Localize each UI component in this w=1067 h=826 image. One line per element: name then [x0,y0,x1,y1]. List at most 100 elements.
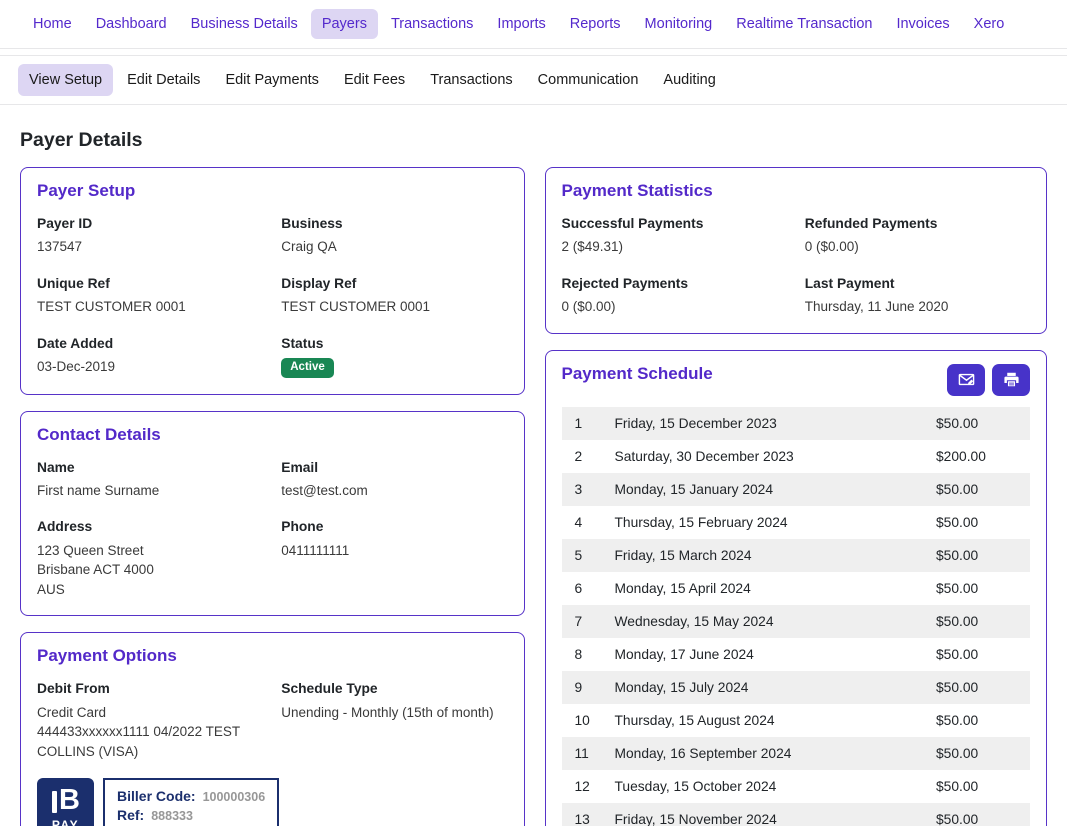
email-schedule-button[interactable] [947,364,985,396]
payer-tab[interactable]: View Setup [18,64,113,96]
schedule-row-date: Saturday, 30 December 2023 [615,449,937,464]
payer-tab[interactable]: Edit Details [116,64,211,96]
field-business: Business Craig QA [281,214,507,257]
payer-setup-card: Payer Setup Payer ID 137547 Business Cra… [20,167,525,395]
primary-nav-item[interactable]: Reports [559,9,632,39]
field-value: 137547 [37,237,263,257]
field-display-ref: Display Ref TEST CUSTOMER 0001 [281,274,507,317]
schedule-row: 10 Thursday, 15 August 2024 $50.00 [562,704,1031,737]
primary-nav-item[interactable]: Invoices [885,9,960,39]
schedule-row-amount: $50.00 [936,416,1030,431]
primary-navbar: Home Dashboard Business Details Payers T… [0,0,1067,49]
primary-nav-item[interactable]: Transactions [380,9,484,39]
schedule-row-amount: $50.00 [936,779,1030,794]
field-address: Address 123 Queen Street Brisbane ACT 40… [37,517,263,599]
schedule-row-date: Friday, 15 December 2023 [615,416,937,431]
biller-code-value: 100000306 [203,790,266,804]
page-title: Payer Details [20,129,1047,152]
field-schedule-type: Schedule Type Unending - Monthly (15th o… [281,679,507,761]
schedule-row: 9 Monday, 15 July 2024 $50.00 [562,671,1031,704]
right-column: Payment Statistics Successful Payments 2… [545,167,1048,826]
print-schedule-button[interactable] [992,364,1030,396]
schedule-row: 1 Friday, 15 December 2023 $50.00 [562,407,1031,440]
schedule-row-number: 2 [562,449,615,464]
schedule-row-amount: $50.00 [936,482,1030,497]
schedule-row-amount: $50.00 [936,713,1030,728]
field-refunded-payments: Refunded Payments 0 ($0.00) [805,214,1030,257]
schedule-row-number: 3 [562,482,615,497]
field-value: Thursday, 11 June 2020 [805,297,1030,317]
field-phone: Phone 0411111111 [281,517,507,599]
bpay-block: B PAY Biller Code: 100000306 Ref: 888333 [37,778,508,826]
schedule-row: 7 Wednesday, 15 May 2024 $50.00 [562,605,1031,638]
field-value: 03-Dec-2019 [37,357,263,377]
schedule-row-amount: $50.00 [936,812,1030,826]
schedule-row-date: Thursday, 15 February 2024 [615,515,937,530]
payer-tab[interactable]: Transactions [419,64,523,96]
payer-tab[interactable]: Edit Fees [333,64,416,96]
field-label: Rejected Payments [562,274,787,293]
bpay-ref-label: Ref: [117,807,144,823]
primary-nav-item[interactable]: Dashboard [85,9,178,39]
payment-statistics-title: Payment Statistics [562,181,1031,201]
schedule-row-number: 12 [562,779,615,794]
bpay-ref-value: 888333 [151,809,193,823]
field-label: Refunded Payments [805,214,1030,233]
schedule-row: 4 Thursday, 15 February 2024 $50.00 [562,506,1031,539]
schedule-row-date: Wednesday, 15 May 2024 [615,614,937,629]
field-value: 123 Queen Street Brisbane ACT 4000 AUS [37,541,263,600]
primary-nav-item[interactable]: Business Details [180,9,309,39]
schedule-row-amount: $50.00 [936,581,1030,596]
printer-icon [1003,371,1020,388]
bpay-bar-glyph [52,791,57,813]
schedule-row-number: 1 [562,416,615,431]
schedule-row: 13 Friday, 15 November 2024 $50.00 [562,803,1031,826]
primary-nav-item[interactable]: Xero [963,9,1016,39]
status-badge: Active [281,358,334,378]
field-name: Name First name Surname [37,458,263,501]
schedule-row-date: Monday, 15 April 2024 [615,581,937,596]
field-label: Schedule Type [281,679,507,698]
field-last-payment: Last Payment Thursday, 11 June 2020 [805,274,1030,317]
bpay-pay-text: PAY [52,818,79,826]
primary-nav-item[interactable]: Imports [486,9,556,39]
contact-details-title: Contact Details [37,425,508,445]
schedule-row-date: Monday, 17 June 2024 [615,647,937,662]
primary-nav-item[interactable]: Payers [311,9,378,39]
schedule-row-amount: $50.00 [936,746,1030,761]
field-value: TEST CUSTOMER 0001 [37,297,263,317]
schedule-row-date: Monday, 15 January 2024 [615,482,937,497]
primary-nav-item[interactable]: Home [22,9,83,39]
schedule-row: 5 Friday, 15 March 2024 $50.00 [562,539,1031,572]
field-value: 0 ($0.00) [805,237,1030,257]
payer-tab[interactable]: Edit Payments [214,64,330,96]
schedule-row-number: 4 [562,515,615,530]
payer-tab[interactable]: Communication [527,64,650,96]
schedule-row-number: 5 [562,548,615,563]
left-column: Payer Setup Payer ID 137547 Business Cra… [20,167,525,826]
schedule-row-amount: $50.00 [936,515,1030,530]
schedule-row-date: Thursday, 15 August 2024 [615,713,937,728]
payer-tab[interactable]: Auditing [652,64,726,96]
field-rejected-payments: Rejected Payments 0 ($0.00) [562,274,787,317]
payment-schedule-card: Payment Schedule [545,350,1048,826]
schedule-row-amount: $50.00 [936,647,1030,662]
contact-details-card: Contact Details Name First name Surname … [20,411,525,617]
primary-nav-item[interactable]: Monitoring [634,9,724,39]
schedule-row-date: Monday, 16 September 2024 [615,746,937,761]
field-label: Display Ref [281,274,507,293]
schedule-row: 12 Tuesday, 15 October 2024 $50.00 [562,770,1031,803]
schedule-row-amount: $50.00 [936,680,1030,695]
field-value: Craig QA [281,237,507,257]
envelope-pencil-icon [958,371,975,388]
bpay-b-glyph: B [59,786,79,815]
field-email: Email test@test.com [281,458,507,501]
schedule-row-date: Friday, 15 November 2024 [615,812,937,826]
field-label: Business [281,214,507,233]
primary-nav-item[interactable]: Realtime Transaction [725,9,883,39]
field-label: Debit From [37,679,263,698]
schedule-row: 6 Monday, 15 April 2024 $50.00 [562,572,1031,605]
biller-code-label: Biller Code: [117,788,196,804]
payment-statistics-card: Payment Statistics Successful Payments 2… [545,167,1048,334]
field-value: test@test.com [281,481,507,501]
